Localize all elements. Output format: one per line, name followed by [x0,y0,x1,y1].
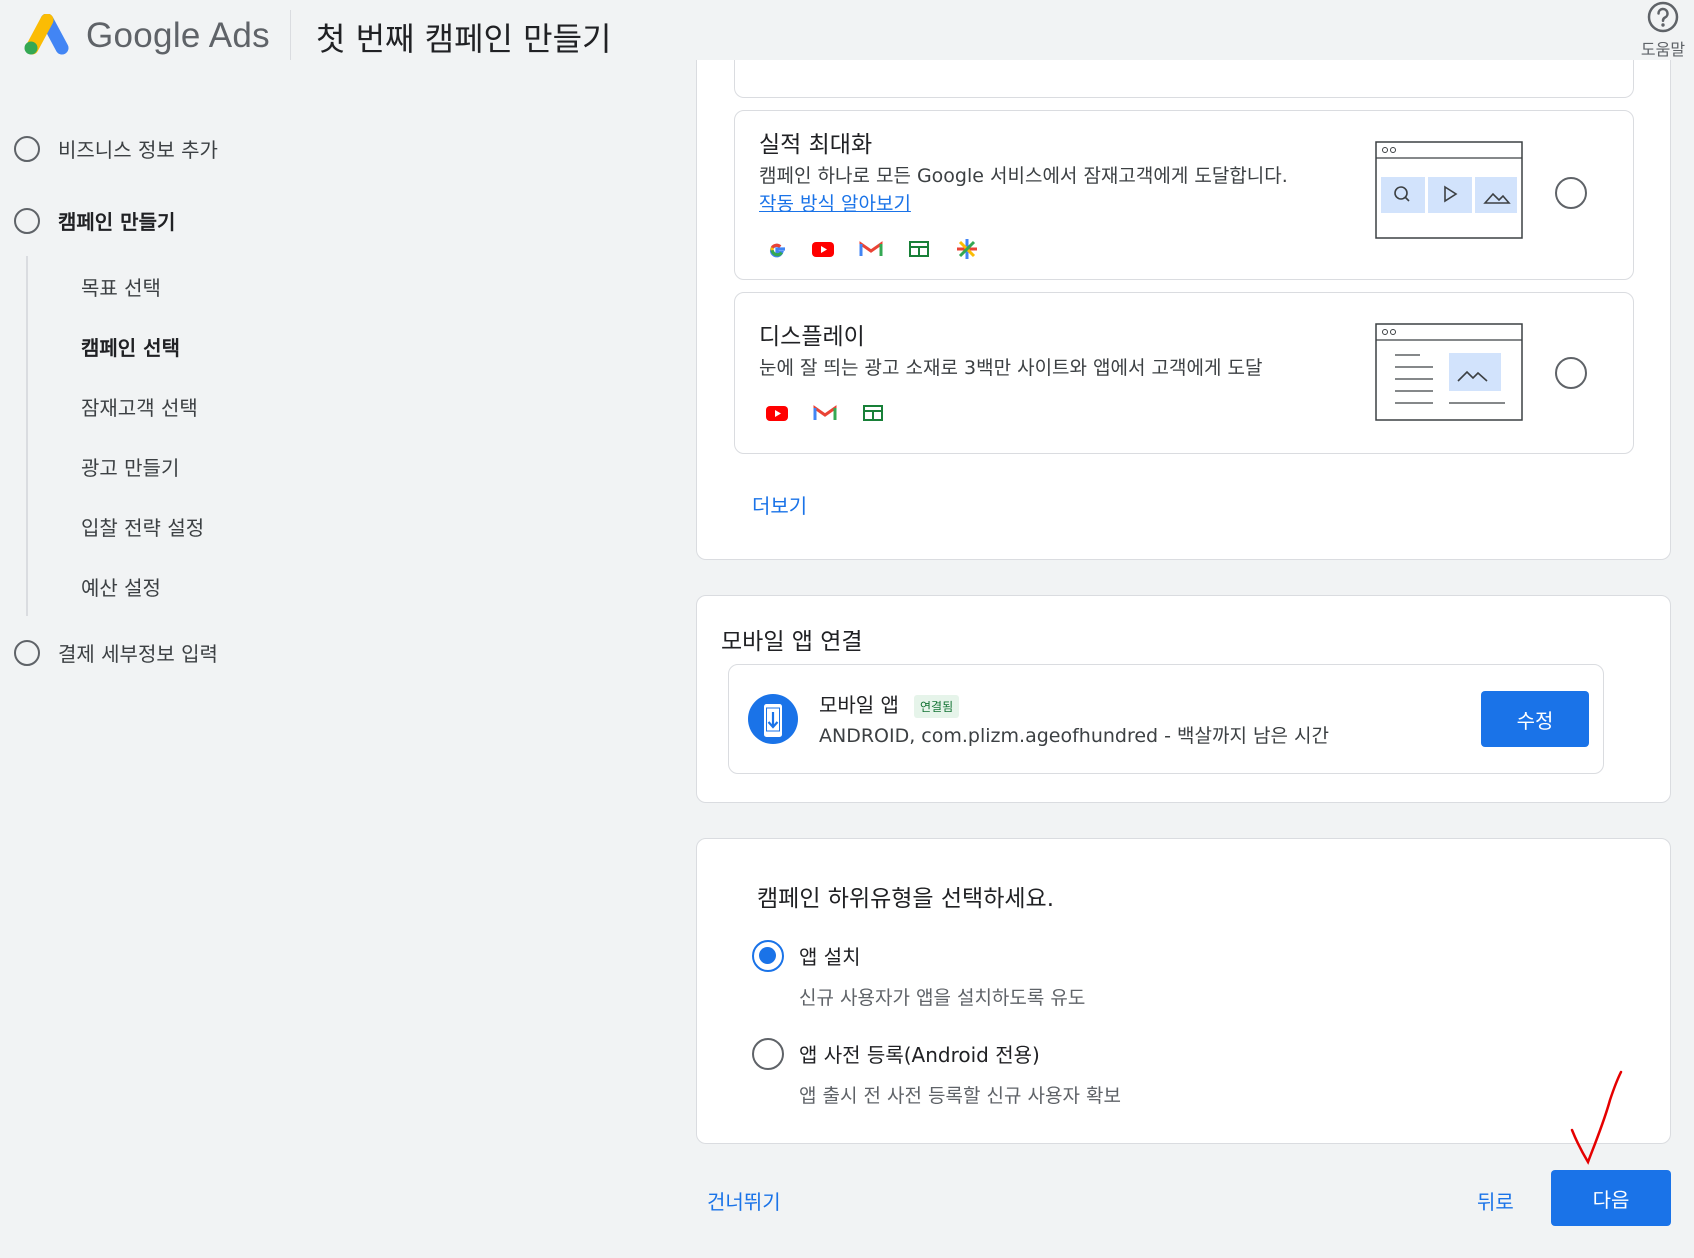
gmail-icon [859,241,883,256]
help-button[interactable]: 도움말 [1632,0,1694,60]
substep-bidding[interactable]: 입찰 전략 설정 [81,512,204,541]
option-radio[interactable] [1555,357,1587,389]
multi-channel-illustration [1375,141,1523,239]
discover-icon [957,239,977,259]
subtype-radio[interactable] [752,1038,784,1070]
step-label: 결제 세부정보 입력 [58,642,218,666]
substep-connector [26,256,28,616]
connected-app-row: 모바일 앱 연결됨 ANDROID, com.plizm.ageofhundre… [728,664,1604,774]
page-title: 첫 번째 캠페인 만들기 [316,20,612,58]
option-radio[interactable] [1555,177,1587,209]
subtype-radio[interactable] [752,940,784,972]
step-label: 비즈니스 정보 추가 [58,138,218,162]
youtube-icon [812,242,834,257]
youtube-icon [766,406,788,421]
campaign-type-card: 실적 최대화 캠페인 하나로 모든 Google 서비스에서 잠재고객에게 도달… [696,60,1671,560]
header-divider [290,10,291,60]
option-description: 캠페인 하나로 모든 Google 서비스에서 잠재고객에게 도달합니다. [759,165,1288,187]
gmail-icon [813,405,837,420]
option-performance-max[interactable]: 실적 최대화 캠페인 하나로 모든 Google 서비스에서 잠재고객에게 도달… [734,110,1634,280]
display-illustration [1375,323,1523,421]
step-label: 캠페인 만들기 [58,210,176,234]
subtype-label: 앱 사전 등록(Android 전용) [799,1043,1040,1067]
next-button[interactable]: 다음 [1551,1170,1671,1226]
app-label: 모바일 앱 [819,693,899,717]
step-business-info[interactable]: 비즈니스 정보 추가 [14,134,218,163]
back-button[interactable]: 뒤로 [1477,1186,1514,1215]
google-icon [770,243,785,258]
step-status-icon [14,639,40,666]
substep-ads[interactable]: 광고 만들기 [81,452,179,481]
substep-campaign-type[interactable]: 캠페인 선택 [81,332,180,361]
option-title: 디스플레이 [759,324,865,350]
substep-budget[interactable]: 예산 설정 [81,572,161,601]
help-icon [1647,1,1679,33]
campaign-subtype-card: 캠페인 하위유형을 선택하세요. 앱 설치 신규 사용자가 앱을 설치하도록 유… [696,838,1671,1144]
step-status-icon [14,135,40,162]
previous-option-card [734,60,1634,98]
option-description: 눈에 잘 띄는 광고 소재로 3백만 사이트와 앱에서 고객에게 도달 [759,357,1263,379]
step-status-icon [14,207,40,234]
mobile-app-card: 모바일 앱 연결 모바일 앱 연결됨 ANDROID, com.plizm.ag… [696,595,1671,803]
substep-audience[interactable]: 잠재고객 선택 [81,392,198,421]
skip-button[interactable]: 건너뛰기 [707,1186,781,1215]
subtype-label: 앱 설치 [799,945,861,969]
show-more-link[interactable]: 더보기 [752,490,807,519]
display-icon [863,405,883,421]
option-title: 실적 최대화 [759,132,873,158]
edit-app-button[interactable]: 수정 [1481,691,1589,747]
option-display[interactable]: 디스플레이 눈에 잘 띄는 광고 소재로 3백만 사이트와 앱에서 고객에게 도… [734,292,1634,454]
connected-badge: 연결됨 [914,695,960,718]
substep-goal[interactable]: 목표 선택 [81,272,161,301]
learn-more-link[interactable]: 작동 방식 알아보기 [759,189,911,216]
brand-name: Google Ads [86,16,270,55]
step-create-campaign[interactable]: 캠페인 만들기 [14,206,175,235]
step-billing[interactable]: 결제 세부정보 입력 [14,638,218,667]
section-title: 모바일 앱 연결 [721,629,863,655]
subtype-question: 캠페인 하위유형을 선택하세요. [757,886,1055,912]
help-label: 도움말 [1640,40,1686,59]
app-detail: ANDROID, com.plizm.ageofhundred - 백살까지 남… [819,725,1329,747]
subtype-description: 신규 사용자가 앱을 설치하도록 유도 [799,987,1086,1009]
mobile-app-icon [748,694,798,744]
display-icon [909,241,929,257]
google-ads-logo-icon [24,14,69,55]
checkmark-annotation-icon [1570,1070,1623,1165]
subtype-description: 앱 출시 전 사전 등록할 신규 사용자 확보 [799,1085,1121,1107]
